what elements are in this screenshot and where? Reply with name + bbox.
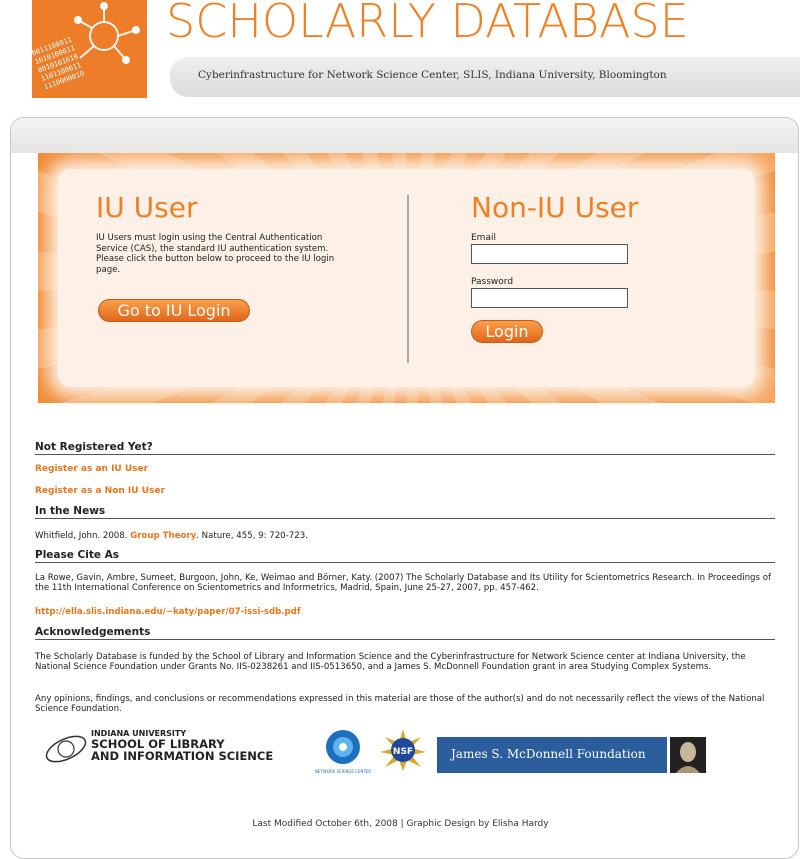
acknowledgements-text-2: Any opinions, findings, and conclusions … [35, 694, 765, 714]
iu-user-description: IU Users must login using the Central Au… [96, 233, 335, 275]
login-card: IU User IU Users must login using the Ce… [58, 169, 755, 387]
news-item: Whitfield, John. 2008. Group Theory. Nat… [35, 531, 777, 541]
orbit-icon [45, 735, 87, 763]
register-non-iu-user-link[interactable]: Register as a Non IU User [35, 486, 165, 496]
iu-slis-logo: INDIANA UNIVERSITY SCHOOL OF LIBRARY AND… [43, 729, 305, 769]
news-prefix: Whitfield, John. 2008. [35, 531, 128, 541]
mcdonnell-portrait [670, 737, 706, 773]
acknowledgements-text-1: The Scholarly Database is funded by the … [35, 652, 746, 672]
column-divider [407, 195, 409, 363]
register-iu-user-link[interactable]: Register as an IU User [35, 464, 148, 474]
news-suffix: . Nature, 455, 9: 720-723. [196, 531, 308, 541]
login-area: IU User IU Users must login using the Ce… [38, 153, 775, 403]
site-subtitle: Cyberinfrastructure for Network Science … [198, 69, 667, 81]
not-registered-heading: Not Registered Yet? [35, 441, 775, 455]
login-button[interactable]: Login [471, 320, 543, 343]
nsf-text: NSF [393, 747, 413, 757]
nsf-logo: NSF [380, 729, 426, 771]
non-iu-user-title: Non-IU User [471, 191, 639, 224]
site-title: SCHOLARLY DATABASE [166, 0, 689, 48]
footer-text: Last Modified October 6th, 2008 | Graphi… [252, 819, 549, 829]
cns-logo: NETWORK SCIENCE CENTER [313, 729, 373, 775]
email-field[interactable] [471, 244, 628, 264]
password-label: Password [471, 277, 514, 287]
email-label: Email [471, 233, 496, 243]
subtitle-bar: Cyberinfrastructure for Network Science … [170, 57, 800, 97]
sdb-logo: 0011100011 1010100011 0010101010 1101100… [32, 0, 147, 98]
password-field[interactable] [471, 288, 628, 308]
mcdonnell-foundation-name: James S. McDonnell Foundation [451, 747, 646, 761]
citation-pdf-link[interactable]: http://ella.slis.indiana.edu/~katy/paper… [35, 607, 301, 617]
citation-text: La Rowe, Gavin, Ambre, Sumeet, Burgoon, … [35, 573, 771, 593]
cns-caption: NETWORK SCIENCE CENTER [315, 769, 372, 774]
iu-user-title: IU User [96, 191, 198, 224]
cite-heading: Please Cite As [35, 549, 775, 563]
slis-line-2: AND INFORMATION SCIENCE [91, 749, 274, 763]
go-to-iu-login-button[interactable]: Go to IU Login [98, 299, 250, 322]
panel-header [11, 118, 798, 153]
acknowledgements-heading: Acknowledgements [35, 626, 775, 640]
news-heading: In the News [35, 505, 775, 519]
mcdonnell-foundation-logo: James S. McDonnell Foundation [437, 737, 667, 773]
group-theory-link[interactable]: Group Theory [130, 531, 196, 541]
